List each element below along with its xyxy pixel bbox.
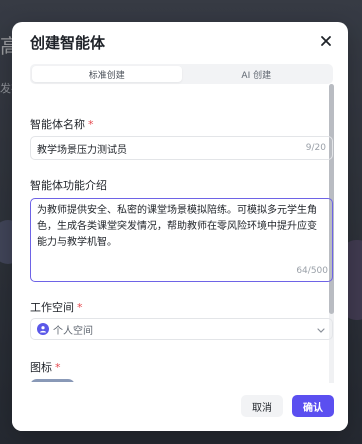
create-mode-tabs: 标准创建 AI 创建 xyxy=(30,64,333,84)
icon-label: 图标 * xyxy=(30,359,61,375)
agent-intro-label-text: 智能体功能介绍 xyxy=(30,179,107,192)
dialog-body: 标准创建 AI 创建 智能体名称 * 教学场景压力测试员 9/20 智能体功能介绍… xyxy=(30,64,333,382)
agent-name-label: 智能体名称 * xyxy=(30,116,94,132)
agent-name-input[interactable]: 教学场景压力测试员 9/20 xyxy=(30,136,333,160)
cancel-button[interactable]: 取消 xyxy=(241,395,283,417)
dialog-footer: 取消 确认 xyxy=(12,383,348,431)
agent-intro-label: 智能体功能介绍 xyxy=(30,177,107,193)
workspace-label-text: 工作空间 xyxy=(30,301,74,314)
agent-intro-textarea[interactable]: 为教师提供安全、私密的课堂场景模拟陪练。可模拟多元学生角色，生成各类课堂突发情况… xyxy=(30,198,333,282)
chevron-down-icon xyxy=(316,320,326,339)
workspace-label: 工作空间 * xyxy=(30,299,83,315)
required-mark: * xyxy=(77,301,83,314)
required-mark: * xyxy=(88,118,94,131)
required-mark: * xyxy=(55,361,61,374)
agent-name-counter: 9/20 xyxy=(305,143,326,153)
dialog-header: 创建智能体 xyxy=(12,22,348,62)
tab-standard-create[interactable]: 标准创建 xyxy=(32,66,182,82)
dialog-title: 创建智能体 xyxy=(30,34,106,52)
create-agent-dialog: 创建智能体 标准创建 AI 创建 智能体名称 * 教学场景压力测试员 9/20 智… xyxy=(12,22,348,431)
agent-name-label-text: 智能体名称 xyxy=(30,118,85,131)
icon-label-text: 图标 xyxy=(30,361,52,374)
confirm-button[interactable]: 确认 xyxy=(292,395,334,417)
close-icon[interactable] xyxy=(318,33,334,49)
agent-intro-counter: 64/500 xyxy=(296,266,328,276)
agent-name-value: 教学场景压力测试员 xyxy=(37,144,127,156)
workspace-select[interactable]: 个人空间 xyxy=(30,318,333,340)
agent-intro-value: 为教师提供安全、私密的课堂场景模拟陪练。可模拟多元学生角色，生成各类课堂突发情况… xyxy=(37,205,317,248)
workspace-value: 个人空间 xyxy=(53,325,93,337)
tab-ai-create[interactable]: AI 创建 xyxy=(182,66,332,82)
agent-icon-tile[interactable] xyxy=(30,379,75,382)
user-icon xyxy=(37,323,49,335)
